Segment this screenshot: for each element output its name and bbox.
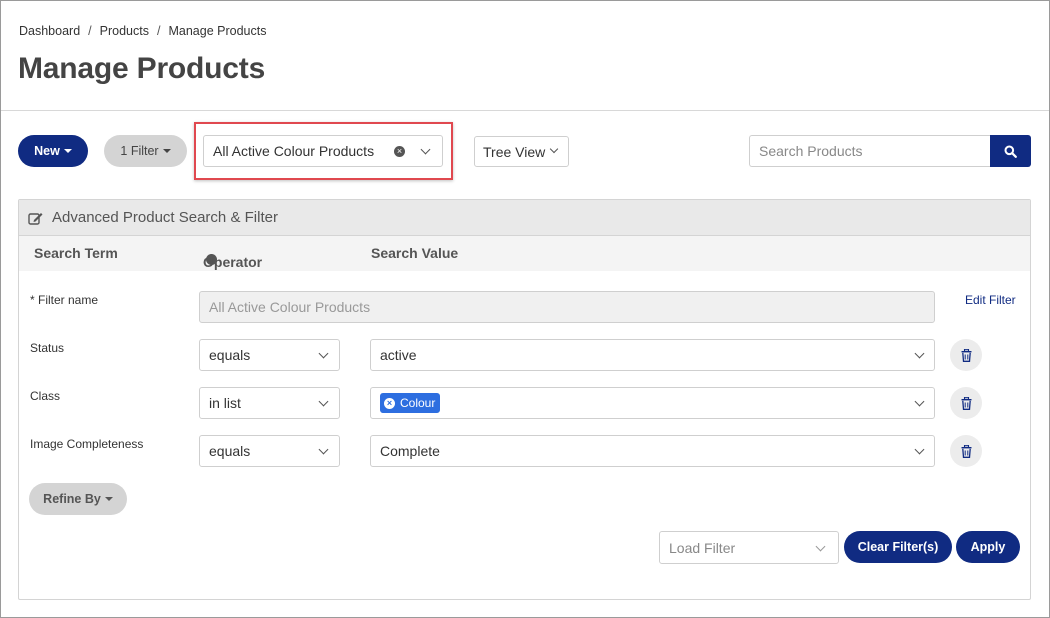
search-button[interactable] [990, 135, 1031, 167]
operator-value: equals [209, 347, 251, 363]
row-term-label: Status [30, 341, 65, 355]
row-term-label: Class [30, 389, 61, 403]
info-icon[interactable]: i [206, 252, 217, 266]
filter-count-button[interactable]: 1 Filter [104, 135, 187, 167]
delete-row-button[interactable] [950, 435, 982, 467]
load-filter-placeholder: Load Filter [669, 539, 736, 556]
row-term-label: Image Completeness [30, 437, 144, 451]
breadcrumb-separator: / [156, 24, 161, 38]
panel-header: Advanced Product Search & Filter [19, 200, 1030, 236]
column-search-term: Search Term [34, 245, 118, 261]
remove-tag-icon[interactable]: × [384, 397, 395, 409]
filter-name-label: * Filter name [30, 293, 99, 307]
chevron-down-icon [914, 396, 925, 407]
load-filter-select[interactable]: Load Filter [659, 531, 839, 564]
operator-select[interactable]: equals [199, 435, 340, 467]
filter-count-label: 1 Filter [120, 144, 159, 158]
chevron-down-icon [815, 541, 826, 552]
clear-selection-icon[interactable]: × [394, 146, 405, 157]
view-mode-label: Tree View [483, 143, 546, 160]
panel-title: Advanced Product Search & Filter [52, 209, 278, 226]
view-mode-select[interactable]: Tree View [474, 136, 569, 167]
chevron-down-icon [914, 348, 925, 359]
column-header-row: Search Term Operator i Search Value [19, 236, 1030, 271]
trash-icon [961, 444, 971, 458]
refine-by-button[interactable]: Refine By [29, 483, 127, 515]
saved-filter-value: All Active Colour Products [213, 143, 375, 159]
search-value-multiselect[interactable]: × Colour [370, 387, 935, 419]
search-icon [1004, 145, 1017, 158]
page-title: Manage Products [18, 52, 266, 85]
search-value: active [380, 347, 417, 363]
search-value-select[interactable]: active [370, 339, 935, 371]
breadcrumb-products[interactable]: Products [100, 24, 149, 38]
breadcrumb: Dashboard / Products / Manage Products [19, 24, 266, 38]
delete-row-button[interactable] [950, 339, 982, 371]
chevron-down-icon [914, 444, 925, 455]
saved-filter-select[interactable]: All Active Colour Products × [203, 135, 443, 167]
operator-value: equals [209, 443, 251, 459]
search-value-select[interactable]: Complete [370, 435, 935, 467]
operator-value: in list [209, 395, 241, 411]
chevron-down-icon [549, 144, 559, 154]
chevron-down-icon [318, 396, 329, 407]
breadcrumb-current: Manage Products [168, 24, 267, 38]
header-divider [1, 110, 1049, 111]
trash-icon [961, 396, 971, 410]
trash-icon [961, 348, 971, 362]
new-button-label: New [34, 144, 60, 158]
operator-select[interactable]: in list [199, 387, 340, 419]
caret-down-icon [162, 149, 171, 153]
filter-name-field: All Active Colour Products [199, 291, 935, 323]
chevron-down-icon [318, 348, 329, 359]
apply-button[interactable]: Apply [956, 531, 1020, 563]
search-input[interactable] [749, 135, 990, 167]
refine-by-label: Refine By [43, 492, 101, 506]
caret-down-icon [104, 497, 113, 501]
breadcrumb-dashboard[interactable]: Dashboard [19, 24, 80, 38]
new-button[interactable]: New [18, 135, 88, 167]
selected-value-tag[interactable]: × Colour [380, 393, 441, 413]
operator-select[interactable]: equals [199, 339, 340, 371]
search-value: Complete [380, 443, 440, 459]
caret-down-icon [63, 149, 72, 153]
chevron-down-icon [420, 144, 431, 155]
edit-icon [28, 212, 43, 225]
edit-filter-link[interactable]: Edit Filter [965, 293, 1016, 307]
tag-label: Colour [400, 396, 436, 410]
column-search-value: Search Value [371, 245, 459, 261]
clear-filters-button[interactable]: Clear Filter(s) [844, 531, 952, 563]
delete-row-button[interactable] [950, 387, 982, 419]
breadcrumb-separator: / [88, 24, 92, 38]
chevron-down-icon [318, 444, 329, 455]
